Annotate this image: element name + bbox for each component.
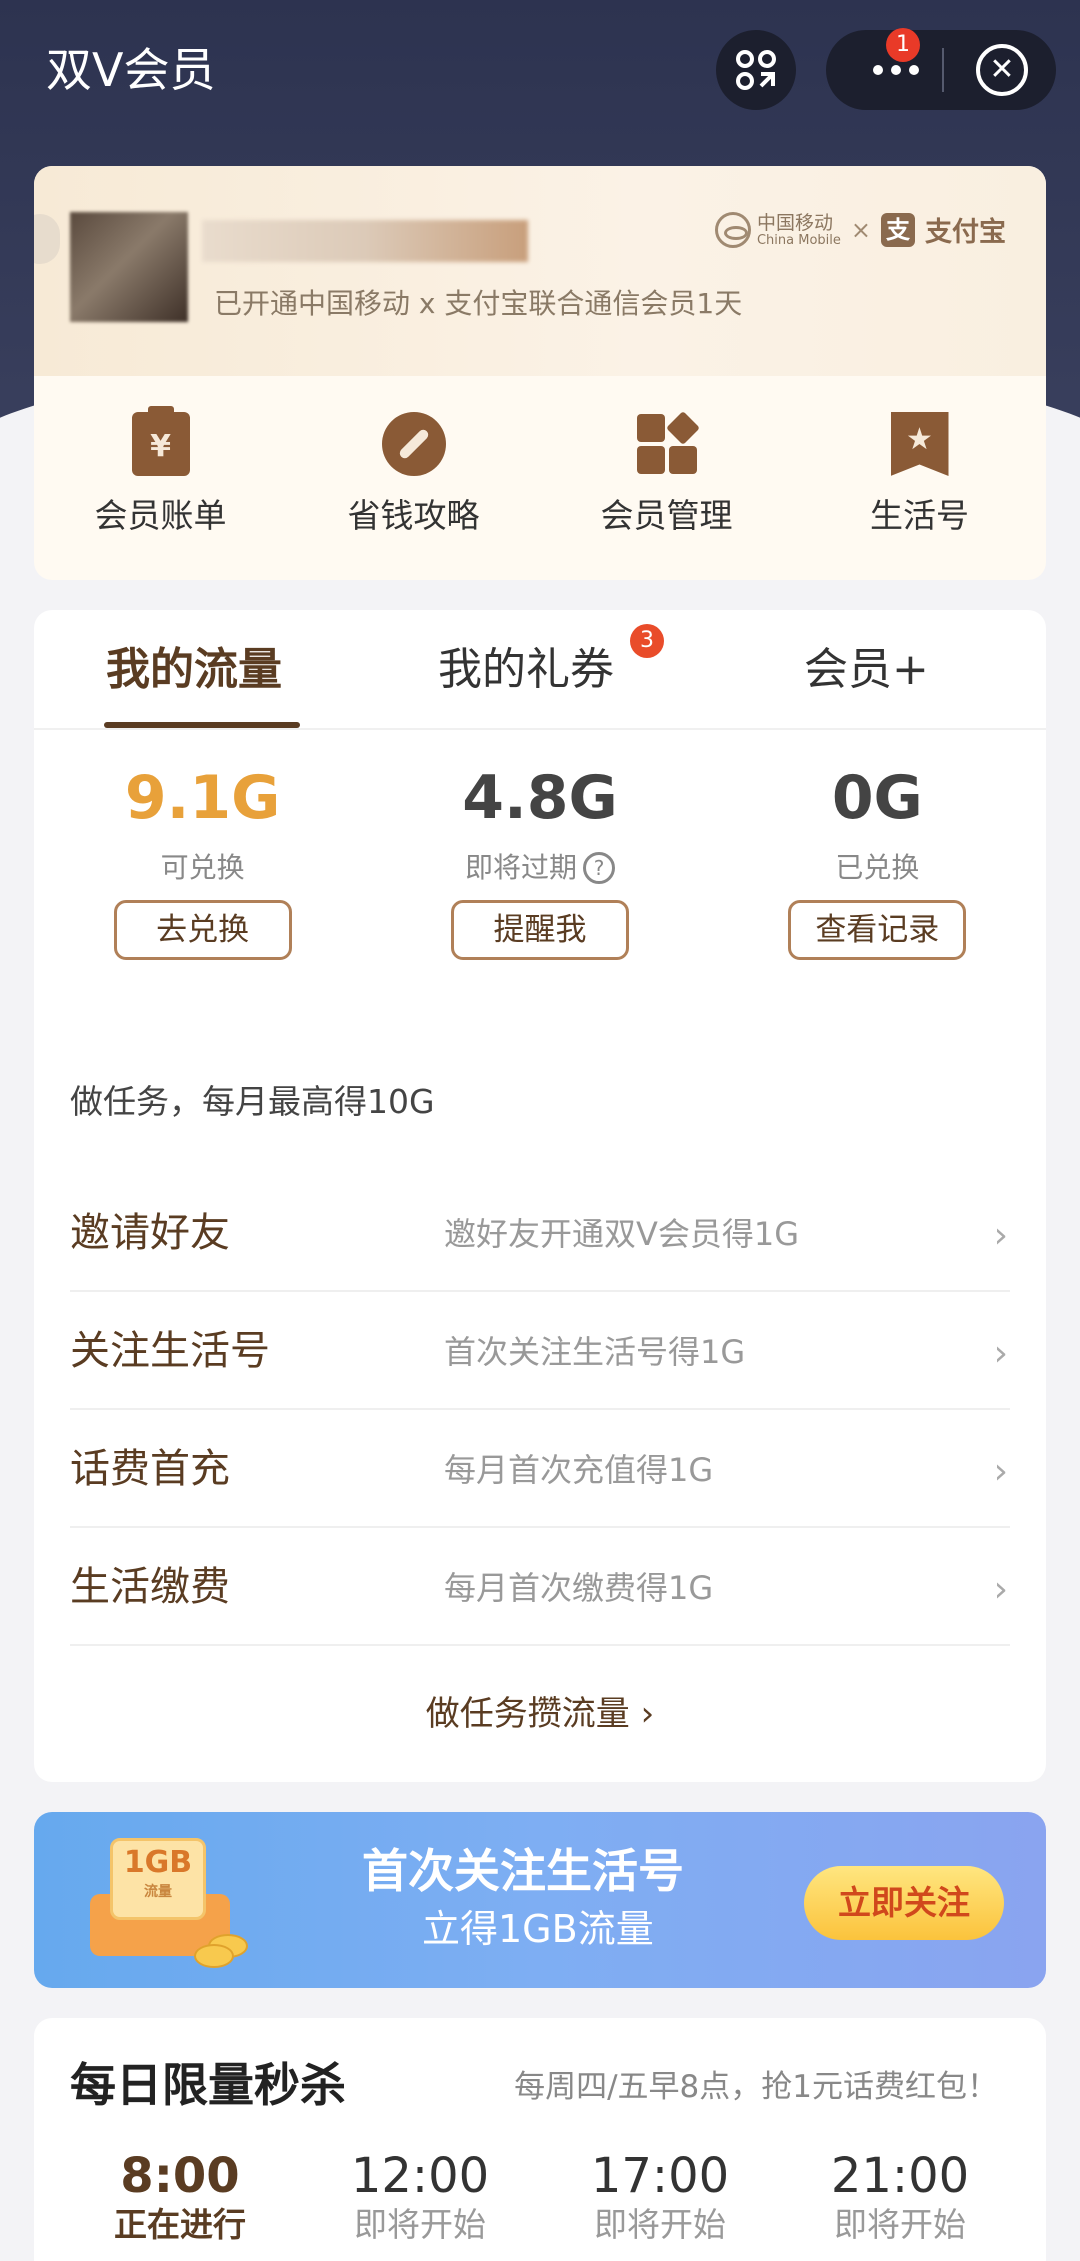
time-slot[interactable]: 12:00 即将开始 [320, 2148, 520, 2246]
coupon-badge: 3 [630, 624, 664, 658]
banner-subtitle: 立得1GB流量 [422, 1907, 654, 1951]
compass-icon [381, 412, 446, 476]
stat-label: 已兑换 [835, 851, 920, 884]
avatar[interactable] [70, 212, 188, 322]
banner-title: 首次关注生活号 [362, 1844, 684, 1898]
menu-item-strategy[interactable]: 省钱攻略 [287, 376, 540, 580]
mini-program-capsule: 1 ✕ [826, 28, 1056, 110]
member-status-text: 已开通中国移动 x 支付宝联合通信会员1天 [214, 287, 743, 320]
time-slots: 8:00 正在进行 12:00 即将开始 17:00 即将开始 21:00 即将… [34, 2148, 1046, 2246]
alipay-logo-text: 支付宝 [925, 217, 1006, 248]
help-icon[interactable]: ? [583, 852, 615, 884]
chevron-right-icon: › [993, 1333, 1008, 1374]
member-card: 已开通中国移动 x 支付宝联合通信会员1天 中国移动 China Mobile … [34, 166, 1046, 580]
more-dots-icon [873, 65, 883, 75]
close-button[interactable]: ✕ [976, 44, 1028, 96]
flash-sale-subtitle: 每周四/五早8点，抢1元话费红包！ [514, 2069, 998, 2105]
stat-expiring: 4.8G 即将过期? 提醒我 [371, 760, 708, 960]
tab-member-plus[interactable]: 会员+ [804, 642, 929, 698]
tab-my-data[interactable]: 我的流量 [106, 642, 282, 698]
time-slot[interactable]: 8:00 正在进行 [80, 2148, 280, 2246]
promo-banner[interactable]: 1GB 流量 首次关注生活号 立得1GB流量 立即关注 [34, 1812, 1046, 1988]
chevron-right-icon: › [993, 1215, 1008, 1256]
more-tasks-link[interactable]: 做任务攒流量 › [34, 1692, 1046, 1736]
member-menu: ¥ 会员账单 省钱攻略 会员管理 ★ 生活号 [34, 376, 1046, 580]
redeem-button[interactable]: 去兑换 [113, 900, 292, 960]
china-mobile-logo: 中国移动 China Mobile [714, 211, 841, 248]
username-blurred [202, 220, 528, 262]
notification-badge: 1 [886, 28, 920, 62]
flow-card: 我的流量 我的礼券 3 会员+ 9.1G 可兑换 去兑换 4.8G 即将过期? … [34, 610, 1046, 1782]
active-tab-indicator [104, 722, 300, 728]
task-name: 话费首充 [70, 1446, 230, 1492]
alipay-icon: 支 [881, 212, 915, 247]
stat-value: 9.1G [124, 763, 281, 833]
capsule-divider [942, 48, 944, 92]
task-name: 关注生活号 [70, 1328, 270, 1374]
data-stats: 9.1G 可兑换 去兑换 4.8G 即将过期? 提醒我 0G 已兑换 查看记录 [34, 760, 1046, 960]
stat-value: 0G [831, 763, 923, 833]
tab-my-coupons[interactable]: 我的礼券 [438, 642, 614, 698]
remind-me-button[interactable]: 提醒我 [450, 900, 629, 960]
stat-exchangeable: 9.1G 可兑换 去兑换 [34, 760, 371, 960]
brand-logos: 中国移动 China Mobile × 支 支付宝 [714, 210, 1006, 249]
task-row-bill-pay[interactable]: 生活缴费 每月首次缴费得1G › [70, 1528, 1010, 1646]
task-name: 生活缴费 [70, 1564, 230, 1610]
follow-now-button[interactable]: 立即关注 [804, 1866, 1004, 1940]
gift-card: 1GB 流量 [110, 1838, 206, 1920]
task-name: 邀请好友 [70, 1210, 230, 1256]
stat-label: 可兑换 [160, 851, 245, 884]
task-desc: 每月首次充值得1G [444, 1451, 714, 1489]
stat-value: 4.8G [462, 763, 618, 833]
time-slot[interactable]: 21:00 即将开始 [800, 2148, 1000, 2246]
stat-redeemed: 0G 已兑换 查看记录 [709, 760, 1046, 960]
china-mobile-icon [714, 211, 751, 248]
gift-box-icon: 1GB 流量 [90, 1838, 248, 1968]
tab-bar: 我的流量 我的礼券 3 会员+ [34, 610, 1046, 730]
task-row-recharge[interactable]: 话费首充 每月首次充值得1G › [70, 1410, 1010, 1528]
task-section-title: 做任务，每月最高得10G [70, 1082, 435, 1121]
scan-button[interactable] [716, 30, 796, 110]
bill-icon: ¥ [131, 406, 190, 476]
page-title: 双V会员 [46, 43, 216, 97]
time-slot[interactable]: 17:00 即将开始 [560, 2148, 760, 2246]
apps-grid-icon [635, 411, 700, 476]
navigation-bar: 双V会员 1 ✕ [0, 0, 1080, 140]
close-icon: ✕ [989, 52, 1015, 87]
menu-item-life-account[interactable]: ★ 生活号 [793, 376, 1046, 580]
chevron-right-icon: › [993, 1569, 1008, 1610]
scan-icon [736, 50, 776, 90]
stat-label: 即将过期? [465, 850, 615, 886]
view-records-button[interactable]: 查看记录 [788, 900, 967, 960]
flash-sale-title: 每日限量秒杀 [70, 2058, 346, 2112]
menu-item-management[interactable]: 会员管理 [540, 376, 793, 580]
task-row-invite[interactable]: 邀请好友 邀好友开通双V会员得1G › [70, 1174, 1010, 1292]
bookmark-star-icon: ★ [890, 412, 949, 476]
member-header: 已开通中国移动 x 支付宝联合通信会员1天 中国移动 China Mobile … [34, 166, 1046, 376]
brand-times: × [850, 215, 871, 244]
task-row-follow[interactable]: 关注生活号 首次关注生活号得1G › [70, 1292, 1010, 1410]
task-desc: 每月首次缴费得1G [444, 1569, 714, 1607]
task-desc: 邀好友开通双V会员得1G [444, 1215, 800, 1253]
chevron-right-icon: › [993, 1451, 1008, 1492]
menu-item-bill[interactable]: ¥ 会员账单 [34, 376, 287, 580]
task-desc: 首次关注生活号得1G [444, 1333, 746, 1371]
flash-sale-card: 每日限量秒杀 每周四/五早8点，抢1元话费红包！ 8:00 正在进行 12:00… [34, 2018, 1046, 2261]
